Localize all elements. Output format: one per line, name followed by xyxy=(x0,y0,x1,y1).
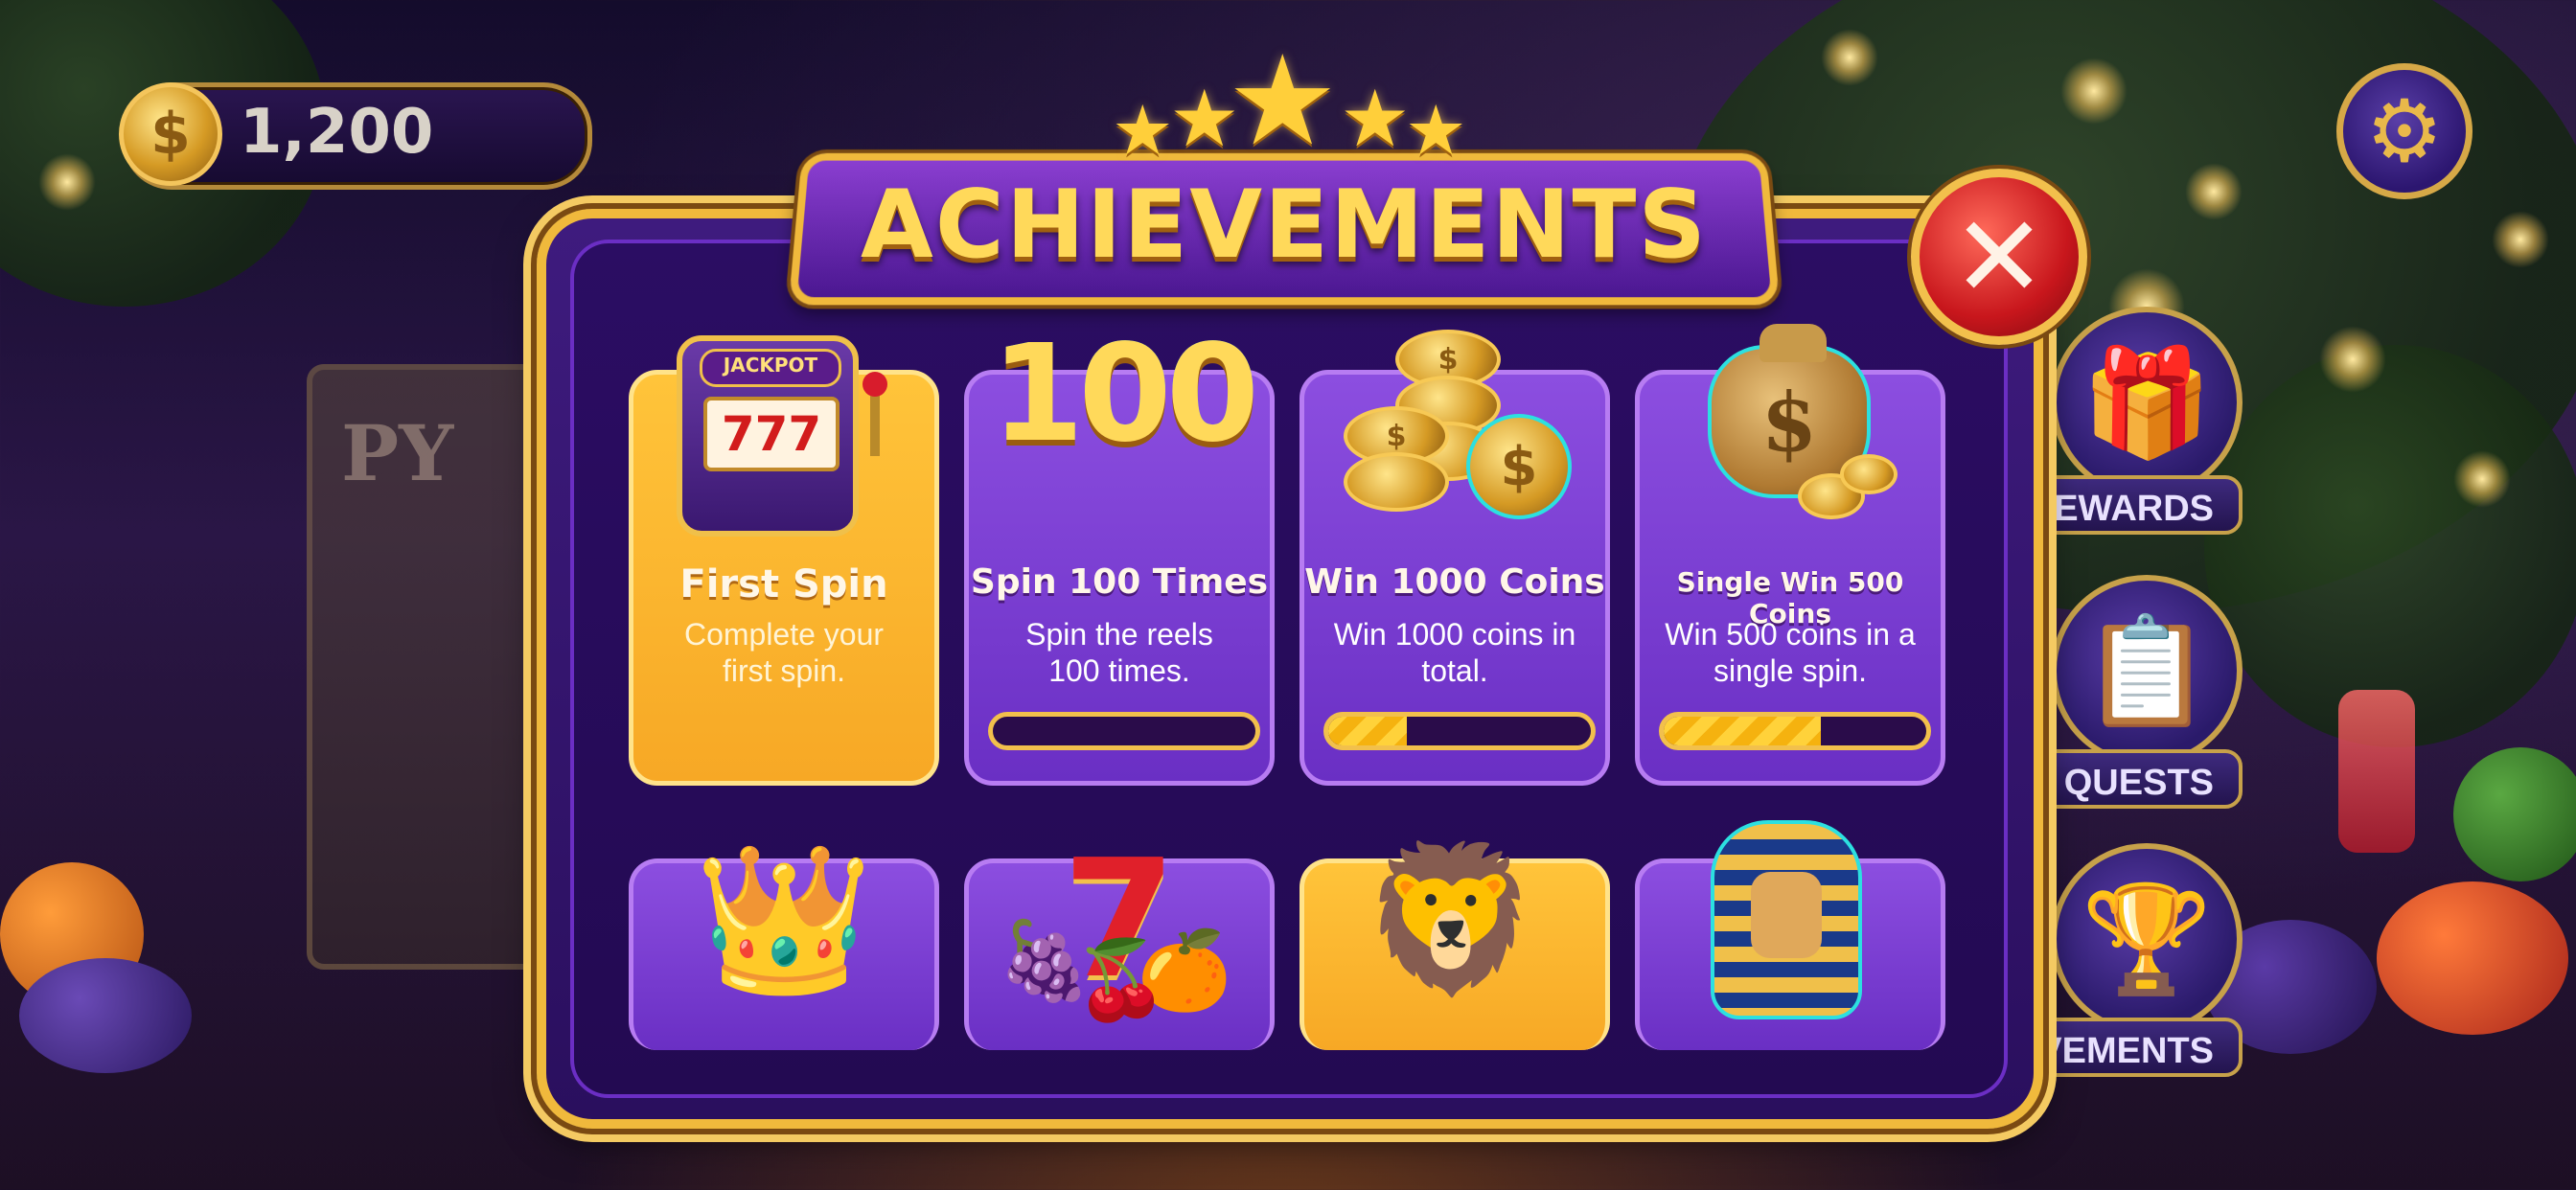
star-icon: ★ xyxy=(1340,74,1411,165)
pharaoh-icon xyxy=(1673,814,1899,1025)
jackpot-label: JACKPOT xyxy=(700,349,841,387)
quests-menu-button[interactable]: 📋 xyxy=(2051,575,2242,767)
coin-symbol: $ xyxy=(150,101,191,168)
coin-icon xyxy=(1840,454,1898,494)
gift-icon: 🎁 xyxy=(2081,340,2213,464)
achievement-title: Spin 100 Times xyxy=(970,562,1269,602)
star-icon: ★ xyxy=(1405,90,1467,171)
rewards-menu-button[interactable]: 🎁 xyxy=(2051,307,2242,498)
coin-icon: $ xyxy=(119,82,222,186)
reels-display: 777 xyxy=(703,397,840,471)
achievement-description: Spin the reels 100 times. xyxy=(1025,617,1213,688)
achievement-title: First Spin xyxy=(679,562,888,606)
lion-icon: 🦁 xyxy=(1361,836,1541,1003)
achievement-description: Win 1000 coins in total. xyxy=(1333,617,1576,688)
achievements-menu-button[interactable]: 🏆 xyxy=(2051,843,2242,1035)
progress-bar xyxy=(1323,712,1596,750)
modal-title: ACHIEVEMENTS xyxy=(861,171,1708,280)
progress-fill xyxy=(1664,717,1822,745)
lucky-fruits-icon: 7 🍇 🍊 🍒 xyxy=(997,825,1232,1024)
clipboard-icon: 📋 xyxy=(2081,608,2213,732)
star-icon: ★ xyxy=(1227,28,1339,173)
background-machine-label: PY xyxy=(341,408,454,498)
number-100-icon: 100 xyxy=(991,316,1259,472)
achievement-description: Win 500 coins in a single spin. xyxy=(1665,617,1916,688)
number-100-text: 100 xyxy=(990,315,1259,472)
achievement-description: Complete your first spin. xyxy=(683,617,885,688)
crown-icon: 👑 xyxy=(694,836,874,1003)
progress-fill xyxy=(1328,717,1408,745)
achievement-title: Win 1000 Coins xyxy=(1304,562,1605,602)
progress-bar xyxy=(1659,712,1931,750)
star-icon: ★ xyxy=(1112,90,1174,171)
close-button[interactable]: ✕ xyxy=(1911,169,2087,345)
progress-bar xyxy=(988,712,1260,750)
coin-balance-value: 1,200 xyxy=(240,97,434,168)
close-icon: ✕ xyxy=(1951,191,2047,323)
slot-machine-icon: JACKPOT 777 xyxy=(677,335,887,537)
settings-button[interactable]: ⚙ xyxy=(2336,63,2472,199)
gear-icon: ⚙ xyxy=(2365,80,2444,182)
trophy-icon: 🏆 xyxy=(2081,877,2213,1000)
